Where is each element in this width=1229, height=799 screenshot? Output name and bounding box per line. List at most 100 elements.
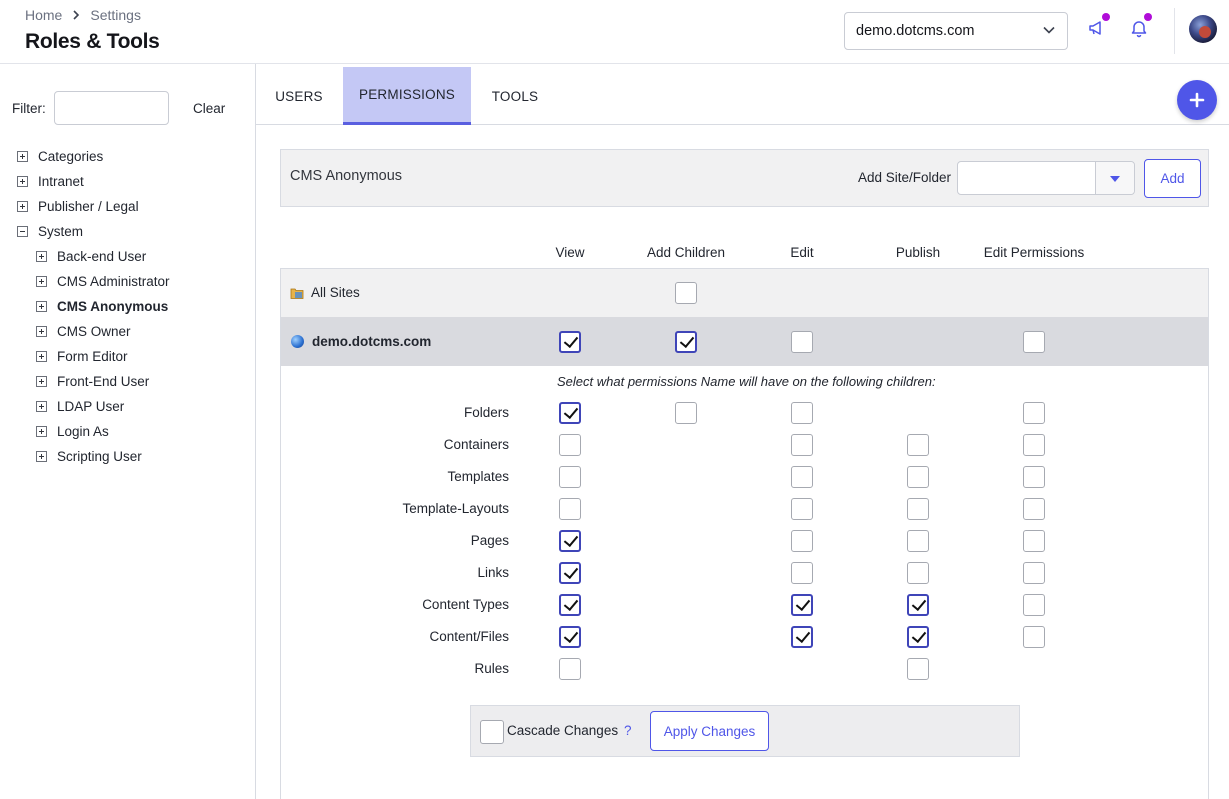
expand-icon[interactable]	[36, 275, 47, 287]
content-files-edit-permissions-checkbox[interactable]	[1023, 626, 1045, 648]
child-label-links: Links	[477, 565, 509, 580]
content-types-edit-checkbox[interactable]	[791, 594, 813, 616]
expand-icon[interactable]	[36, 350, 47, 362]
rules-view-checkbox[interactable]	[559, 658, 581, 680]
breadcrumb: Home Settings	[25, 7, 141, 23]
site-view-checkbox[interactable]	[559, 331, 581, 353]
links-view-checkbox[interactable]	[559, 562, 581, 584]
megaphone-icon[interactable]	[1087, 18, 1109, 40]
pages-publish-checkbox[interactable]	[907, 530, 929, 552]
expand-icon[interactable]	[36, 425, 47, 437]
cascade-help-link[interactable]: ?	[624, 723, 632, 738]
apply-changes-button[interactable]: Apply Changes	[650, 711, 769, 751]
content-types-view-checkbox[interactable]	[559, 594, 581, 616]
tab-tools[interactable]: TOOLS	[484, 67, 546, 125]
add-site-folder-label: Add Site/Folder	[858, 170, 952, 185]
folders-edit-checkbox[interactable]	[791, 402, 813, 424]
tree-item-categories[interactable]: Categories	[17, 146, 103, 166]
caret-down-icon[interactable]	[1095, 162, 1134, 194]
expand-icon[interactable]	[36, 450, 47, 462]
roles-sidebar: Filter: Clear Categories Intranet Publishe…	[0, 64, 256, 799]
expand-icon[interactable]	[17, 175, 28, 187]
tree-item-ldap-user[interactable]: LDAP User	[36, 396, 124, 416]
bell-icon[interactable]	[1129, 18, 1151, 40]
cascade-label: Cascade Changes	[507, 723, 619, 738]
expand-icon[interactable]	[36, 375, 47, 387]
tree-item-front-end-user[interactable]: Front-End User	[36, 371, 149, 391]
expand-icon[interactable]	[36, 250, 47, 262]
site-edit-permissions-checkbox[interactable]	[1023, 331, 1045, 353]
folders-view-checkbox[interactable]	[559, 402, 581, 424]
tree-item-login-as[interactable]: Login As	[36, 421, 109, 441]
site-add-children-checkbox[interactable]	[675, 331, 697, 353]
filter-input[interactable]	[54, 91, 169, 125]
folders-edit-permissions-checkbox[interactable]	[1023, 402, 1045, 424]
templates-view-checkbox[interactable]	[559, 466, 581, 488]
pages-edit-checkbox[interactable]	[791, 530, 813, 552]
tree-item-publisher-legal[interactable]: Publisher / Legal	[17, 196, 139, 216]
children-hint: Select what permissions Name will have o…	[557, 374, 936, 389]
all-sites-add-children-checkbox[interactable]	[675, 282, 697, 304]
tree-item-label: Form Editor	[57, 348, 128, 364]
child-label-template-layouts: Template-Layouts	[402, 501, 509, 516]
tree-item-system[interactable]: System	[17, 221, 83, 241]
site-selector[interactable]: demo.dotcms.com	[844, 12, 1068, 50]
templates-publish-checkbox[interactable]	[907, 466, 929, 488]
folders-add-children-checkbox[interactable]	[675, 402, 697, 424]
tree-item-cms-administrator[interactable]: CMS Administrator	[36, 271, 170, 291]
templates-edit-permissions-checkbox[interactable]	[1023, 466, 1045, 488]
containers-edit-permissions-checkbox[interactable]	[1023, 434, 1045, 456]
page-title: Roles & Tools	[25, 30, 160, 53]
pages-view-checkbox[interactable]	[559, 530, 581, 552]
tree-item-intranet[interactable]: Intranet	[17, 171, 84, 191]
globe-icon	[291, 335, 304, 348]
template-layouts-view-checkbox[interactable]	[559, 498, 581, 520]
tree-item-form-editor[interactable]: Form Editor	[36, 346, 128, 366]
templates-edit-checkbox[interactable]	[791, 466, 813, 488]
cascade-checkbox[interactable]	[480, 720, 504, 744]
pages-edit-permissions-checkbox[interactable]	[1023, 530, 1045, 552]
breadcrumb-home[interactable]: Home	[25, 7, 62, 23]
containers-edit-checkbox[interactable]	[791, 434, 813, 456]
template-layouts-publish-checkbox[interactable]	[907, 498, 929, 520]
column-header-edit: Edit	[790, 245, 814, 260]
content-files-edit-checkbox[interactable]	[791, 626, 813, 648]
expand-icon[interactable]	[17, 150, 28, 162]
content-files-view-checkbox[interactable]	[559, 626, 581, 648]
template-layouts-edit-permissions-checkbox[interactable]	[1023, 498, 1045, 520]
add-role-button[interactable]	[1177, 80, 1217, 120]
content-files-publish-checkbox[interactable]	[907, 626, 929, 648]
content-types-publish-checkbox[interactable]	[907, 594, 929, 616]
expand-icon[interactable]	[36, 400, 47, 412]
top-header: Home Settings Roles & Tools demo.dotcms.…	[0, 0, 1229, 64]
avatar[interactable]	[1189, 15, 1217, 43]
clear-button[interactable]: Clear	[193, 101, 225, 116]
tree-item-cms-anonymous[interactable]: CMS Anonymous	[36, 296, 168, 316]
links-edit-permissions-checkbox[interactable]	[1023, 562, 1045, 584]
expand-icon[interactable]	[36, 300, 47, 312]
containers-publish-checkbox[interactable]	[907, 434, 929, 456]
links-publish-checkbox[interactable]	[907, 562, 929, 584]
tree-item-label: Back-end User	[57, 248, 147, 264]
tree-item-back-end-user[interactable]: Back-end User	[36, 246, 146, 266]
add-site-folder-input[interactable]	[957, 161, 1135, 195]
expand-icon[interactable]	[36, 325, 47, 337]
child-label-templates: Templates	[447, 469, 509, 484]
tab-permissions[interactable]: PERMISSIONS	[343, 67, 471, 125]
plus-icon	[1189, 92, 1205, 108]
tree-item-label: Scripting User	[57, 448, 142, 464]
filter-label: Filter:	[12, 101, 46, 116]
tree-item-scripting-user[interactable]: Scripting User	[36, 446, 142, 466]
tab-users[interactable]: USERS	[268, 67, 330, 125]
breadcrumb-settings[interactable]: Settings	[90, 7, 141, 23]
site-edit-checkbox[interactable]	[791, 331, 813, 353]
rules-publish-checkbox[interactable]	[907, 658, 929, 680]
links-edit-checkbox[interactable]	[791, 562, 813, 584]
tree-item-cms-owner[interactable]: CMS Owner	[36, 321, 131, 341]
template-layouts-edit-checkbox[interactable]	[791, 498, 813, 520]
containers-view-checkbox[interactable]	[559, 434, 581, 456]
collapse-icon[interactable]	[17, 225, 28, 237]
content-types-edit-permissions-checkbox[interactable]	[1023, 594, 1045, 616]
expand-icon[interactable]	[17, 200, 28, 212]
add-site-button[interactable]: Add	[1144, 159, 1201, 198]
